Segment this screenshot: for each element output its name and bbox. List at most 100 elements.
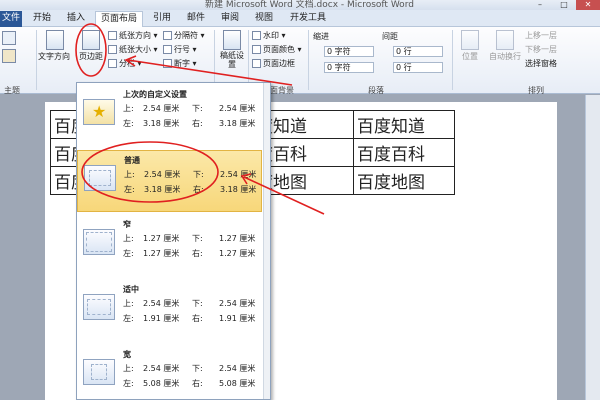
margin-option-moderate[interactable]: 适中 上: 2.54 厘米 下: 2.54 厘米 左: 1.91 厘米 右: 1…: [77, 280, 262, 342]
right-label: 右:: [192, 249, 203, 258]
bottom-label: 下:: [193, 170, 204, 179]
top-value: 2.54 厘米: [144, 170, 181, 179]
page-border-icon: [252, 59, 261, 68]
columns-icon: [108, 59, 117, 68]
separator: [36, 30, 37, 90]
tab-view[interactable]: 视图: [252, 11, 276, 27]
top-label: 上:: [124, 170, 135, 179]
top-value: 1.27 厘米: [143, 234, 180, 243]
position-label: 位置: [462, 52, 478, 61]
left-label: 左:: [124, 185, 135, 194]
indent-left-input[interactable]: 0 字符: [324, 46, 374, 57]
margins-dropdown: 上次的自定义设置 ★ 上: 2.54 厘米 下: 2.54 厘米 左: 3.18…: [76, 82, 271, 400]
separator: [308, 30, 309, 90]
columns-label: 分栏: [119, 59, 135, 68]
margin-preview-icon: [83, 229, 115, 255]
right-label: 右:: [193, 185, 204, 194]
margin-option-last-custom[interactable]: 上次的自定义设置 ★ 上: 2.54 厘米 下: 2.54 厘米 左: 3.18…: [77, 85, 262, 147]
top-label: 上:: [123, 104, 134, 113]
margins-button[interactable]: 页边距: [76, 28, 106, 78]
tab-references[interactable]: 引用: [150, 11, 174, 27]
tab-review[interactable]: 审阅: [218, 11, 242, 27]
hyphenation-icon: [163, 59, 172, 68]
tab-file[interactable]: 文件: [0, 11, 22, 27]
separator: [214, 30, 215, 90]
line-numbers-label: 行号: [174, 45, 190, 54]
right-label: 右:: [192, 379, 203, 388]
top-value: 2.54 厘米: [143, 104, 180, 113]
right-value: 5.08 厘米: [219, 379, 256, 388]
left-label: 左:: [123, 314, 134, 323]
table-cell[interactable]: 百度百科: [353, 138, 455, 167]
top-label: 上:: [123, 364, 134, 373]
bottom-label: 下:: [192, 364, 203, 373]
draft-paper-button[interactable]: 稿纸设置: [217, 28, 247, 78]
draft-paper-icon: [223, 30, 241, 50]
vertical-scrollbar[interactable]: [585, 95, 600, 400]
send-backward-button[interactable]: 下移一层: [525, 44, 557, 57]
tab-developer[interactable]: 开发工具: [286, 11, 330, 27]
bring-forward-button[interactable]: 上移一层: [525, 30, 557, 43]
left-value: 5.08 厘米: [143, 379, 180, 388]
orientation-icon: [108, 31, 117, 40]
top-value: 2.54 厘米: [143, 299, 180, 308]
right-value: 3.18 厘米: [219, 119, 256, 128]
spacing-before-input[interactable]: 0 行: [393, 46, 443, 57]
margin-option-normal[interactable]: 普通 上: 2.54 厘米 下: 2.54 厘米 左: 3.18 厘米 右: 3…: [77, 150, 262, 212]
page-color-button[interactable]: 页面颜色 ▾: [252, 44, 302, 57]
margin-option-narrow[interactable]: 窄 上: 1.27 厘米 下: 1.27 厘米 左: 1.27 厘米 右: 1.…: [77, 215, 262, 277]
table-cell[interactable]: 百度知道: [353, 110, 455, 139]
maximize-button[interactable]: □: [552, 0, 576, 10]
selection-pane-button[interactable]: 选择窗格: [525, 58, 557, 71]
text-direction-label: 文字方向: [38, 52, 70, 61]
star-icon: ★: [83, 99, 115, 125]
right-value: 1.27 厘米: [219, 249, 256, 258]
themes-icon[interactable]: [2, 31, 16, 45]
wrap-text-button[interactable]: 自动换行: [487, 28, 523, 78]
tab-page-layout[interactable]: 页面布局: [95, 11, 143, 28]
text-direction-button[interactable]: 文字方向: [38, 28, 70, 78]
breaks-button[interactable]: 分隔符 ▾: [163, 30, 205, 43]
right-label: 右:: [192, 119, 203, 128]
bring-forward-label: 上移一层: [525, 31, 557, 40]
title-bar: 新建 Microsoft Word 文档.docx - Microsoft Wo…: [0, 0, 600, 10]
bottom-value: 2.54 厘米: [219, 299, 256, 308]
top-value: 2.54 厘米: [143, 364, 180, 373]
page-color-label: 页面颜色: [263, 45, 295, 54]
ribbon-tabs: 文件 开始 插入 页面布局 引用 邮件 审阅 视图 开发工具: [0, 10, 600, 28]
dropdown-scrollbar[interactable]: [263, 83, 270, 399]
breaks-label: 分隔符: [174, 31, 198, 40]
watermark-button[interactable]: 水印 ▾: [252, 30, 286, 43]
minimize-button[interactable]: –: [528, 0, 552, 10]
indent-right-input[interactable]: 0 字符: [324, 62, 374, 73]
left-value: 1.91 厘米: [143, 314, 180, 323]
position-button[interactable]: 位置: [455, 28, 485, 78]
columns-button[interactable]: 分栏 ▾: [108, 58, 142, 71]
window-title: 新建 Microsoft Word 文档.docx - Microsoft Wo…: [205, 0, 414, 10]
margin-option-wide[interactable]: 宽 上: 2.54 厘米 下: 2.54 厘米 左: 5.08 厘米 右: 5.…: [77, 345, 262, 399]
option-title: 宽: [123, 350, 131, 359]
page-border-label: 页面边框: [263, 59, 295, 68]
selection-pane-label: 选择窗格: [525, 59, 557, 68]
top-label: 上:: [123, 299, 134, 308]
left-value: 3.18 厘米: [143, 119, 180, 128]
theme-colors-icon[interactable]: [2, 49, 16, 63]
table-cell[interactable]: 百度地图: [353, 166, 455, 195]
close-button[interactable]: ✕: [576, 0, 600, 10]
watermark-icon: [252, 31, 261, 40]
line-numbers-icon: [163, 45, 172, 54]
indent-label: 缩进: [313, 32, 329, 41]
option-title: 上次的自定义设置: [123, 90, 187, 99]
size-button[interactable]: 纸张大小 ▾: [108, 44, 158, 57]
page-border-button[interactable]: 页面边框: [252, 58, 295, 71]
hyphenation-button[interactable]: 断字 ▾: [163, 58, 197, 71]
line-numbers-button[interactable]: 行号 ▾: [163, 44, 197, 57]
left-label: 左:: [123, 249, 134, 258]
tab-home[interactable]: 开始: [30, 11, 54, 27]
bottom-value: 2.54 厘米: [219, 364, 256, 373]
spacing-after-input[interactable]: 0 行: [393, 62, 443, 73]
bottom-value: 1.27 厘米: [219, 234, 256, 243]
tab-insert[interactable]: 插入: [64, 11, 88, 27]
orientation-button[interactable]: 纸张方向 ▾: [108, 30, 158, 43]
tab-mailings[interactable]: 邮件: [184, 11, 208, 27]
